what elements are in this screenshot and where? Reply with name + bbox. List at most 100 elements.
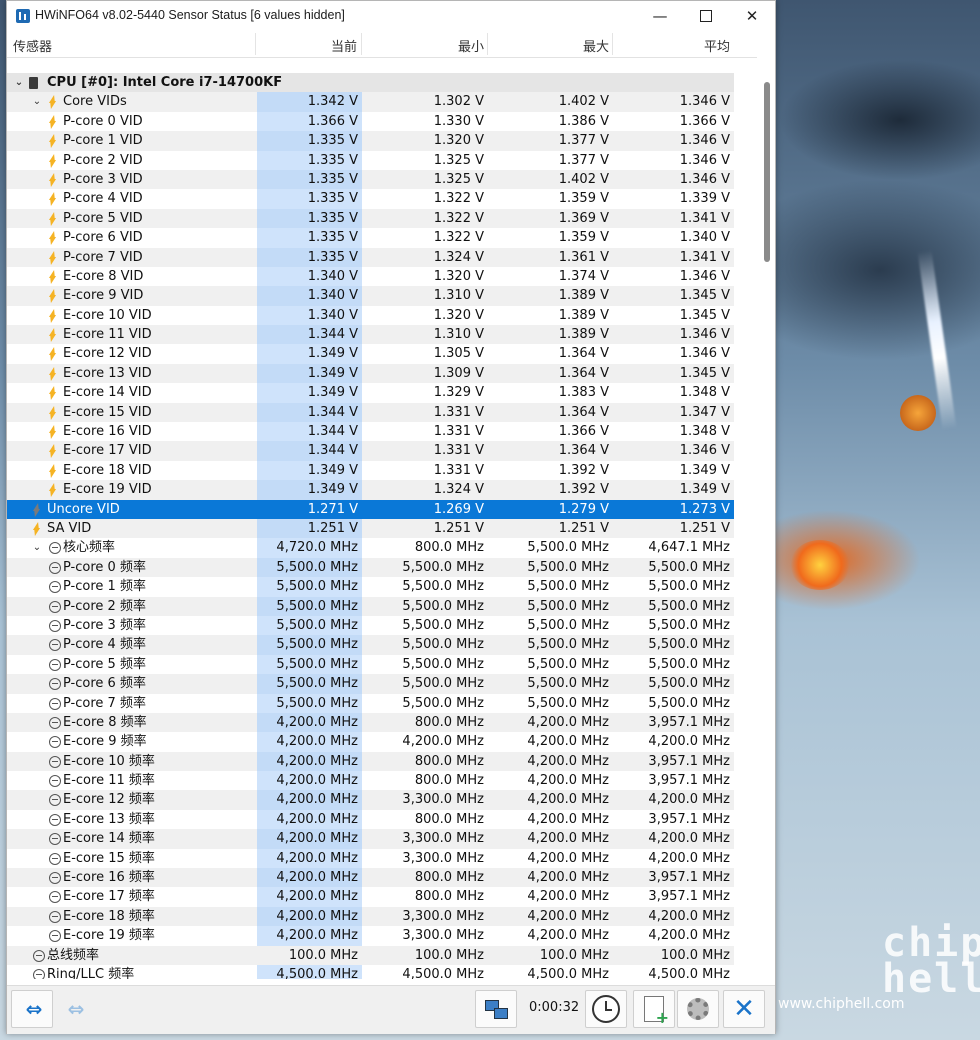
sensor-row[interactable]: E-core 13 VID 1.349 V 1.309 V 1.364 V 1.345 … [7,363,734,384]
sensor-row[interactable]: E-core 13 频率 4,200.0 MHz 800.0 MHz 4,200.0 … [7,809,734,830]
maximize-button[interactable] [683,1,729,31]
min-value: 1.330 V [433,113,484,129]
sensor-row[interactable]: P-core 2 频率 5,500.0 MHz 5,500.0 MHz 5,500.0… [7,596,734,616]
double-arrow-icon: ⇔ [25,997,43,1021]
sensor-name: CPU [#0]: Intel Core i7-14700KF [47,75,283,90]
sensor-group-row[interactable]: ⌄ CPU [#0]: Intel Core i7-14700KF [7,73,734,93]
voltage-icon [33,522,39,536]
sensor-row[interactable]: E-core 11 VID 1.344 V 1.310 V 1.389 V 1.346 … [7,325,734,345]
current-value: 4,200.0 MHz [257,848,362,869]
sensor-row[interactable]: E-core 19 频率 4,200.0 MHz 3,300.0 MHz 4,200.… [7,926,734,946]
sensor-row[interactable]: E-core 8 VID 1.340 V 1.320 V 1.374 V 1.346 V [7,266,734,287]
sensor-row[interactable]: 总线频率 100.0 MHz 100.0 MHz 100.0 MHz 100.0 MHz [7,945,734,965]
avg-value: 1.345 V [679,288,730,304]
max-value: 1.364 V [558,365,609,381]
sensor-row[interactable]: E-core 12 频率 4,200.0 MHz 3,300.0 MHz 4,200.… [7,790,734,810]
sensor-row[interactable]: E-core 19 VID 1.349 V 1.324 V 1.392 V 1.349 … [7,480,734,500]
sensor-row[interactable]: P-core 0 VID 1.366 V 1.330 V 1.386 V 1.366 V [7,111,734,132]
current-value: 4,200.0 MHz [257,790,362,810]
sensor-row[interactable]: P-core 1 VID 1.335 V 1.320 V 1.377 V 1.346 V [7,131,734,151]
sensor-row[interactable]: E-core 9 频率 4,200.0 MHz 4,200.0 MHz 4,200.0… [7,732,734,752]
network-button[interactable] [475,990,517,1028]
previous-report-button[interactable]: ⇔ [11,990,53,1028]
scrollbar-thumb[interactable] [764,82,770,262]
sensor-row[interactable]: P-core 4 频率 5,500.0 MHz 5,500.0 MHz 5,500.0… [7,635,734,655]
current-value: 1.344 V [257,422,362,442]
min-value: 1.309 V [433,365,484,381]
next-report-button[interactable]: ⇔ [53,990,95,1028]
sensor-name: P-core 5 频率 [63,656,146,672]
avg-value: 1.346 V [679,443,730,459]
sensor-row[interactable]: E-core 11 频率 4,200.0 MHz 800.0 MHz 4,200.0 … [7,771,734,791]
title-bar[interactable]: HWiNFO64 v8.02-5440 Sensor Status [6 val… [7,1,775,31]
sensor-row[interactable]: E-core 10 VID 1.340 V 1.320 V 1.389 V 1.345 … [7,305,734,326]
log-file-button[interactable] [633,990,675,1028]
sensor-row[interactable]: E-core 15 VID 1.344 V 1.331 V 1.364 V 1.347 … [7,402,734,423]
sensor-row[interactable]: E-core 8 频率 4,200.0 MHz 800.0 MHz 4,200.0 M… [7,712,734,733]
sensor-row[interactable]: E-core 18 VID 1.349 V 1.331 V 1.392 V 1.349 … [7,460,734,481]
avg-value: 1.340 V [679,230,730,246]
sensor-row[interactable]: E-core 14 VID 1.349 V 1.329 V 1.383 V 1.348 … [7,383,734,403]
sensor-row[interactable]: P-core 3 VID 1.335 V 1.325 V 1.402 V 1.346 V [7,169,734,190]
sensor-name: P-core 4 频率 [63,637,146,653]
sensor-row[interactable]: E-core 17 频率 4,200.0 MHz 800.0 MHz 4,200.0 … [7,887,734,907]
sensor-row[interactable]: ⌄ 核心频率 4,720.0 MHz 800.0 MHz 5,500.0 MHz 4,64… [7,538,734,558]
close-button[interactable]: ✕ [729,1,775,31]
current-value: 1.340 V [257,266,362,287]
sensor-row[interactable]: P-core 6 频率 5,500.0 MHz 5,500.0 MHz 5,500.0… [7,674,734,694]
min-value: 1.322 V [433,191,484,207]
column-divider[interactable] [255,33,256,55]
current-value: 1.349 V [257,480,362,500]
sensor-row[interactable]: E-core 16 频率 4,200.0 MHz 800.0 MHz 4,200.0 … [7,868,734,888]
avg-value: 1.348 V [679,385,730,401]
max-value: 5,500.0 MHz [527,579,609,595]
sensor-row[interactable]: ⌄ Core VIDs 1.342 V 1.302 V 1.402 V 1.346 V [7,92,734,112]
sensor-row[interactable]: P-core 6 VID 1.335 V 1.322 V 1.359 V 1.340 V [7,228,734,248]
sensor-row[interactable]: P-core 5 频率 5,500.0 MHz 5,500.0 MHz 5,500.0… [7,654,734,675]
voltage-icon [49,406,55,420]
max-value: 4,200.0 MHz [527,811,609,827]
min-value: 1.310 V [433,327,484,343]
sensor-row[interactable]: E-core 15 频率 4,200.0 MHz 3,300.0 MHz 4,200.… [7,848,734,869]
clock-icon [49,755,61,768]
reset-clock-button[interactable] [585,990,627,1028]
sensor-row[interactable]: P-core 1 频率 5,500.0 MHz 5,500.0 MHz 5,500.0… [7,577,734,597]
vertical-scrollbar[interactable] [759,57,775,979]
close-sensors-button[interactable]: ✕ [723,990,765,1028]
sensor-row[interactable]: P-core 7 频率 5,500.0 MHz 5,500.0 MHz 5,500.0… [7,693,734,713]
settings-button[interactable] [677,990,719,1028]
sensor-row[interactable]: E-core 14 频率 4,200.0 MHz 3,300.0 MHz 4,200.… [7,829,734,849]
sensor-name: P-core 3 频率 [63,617,146,633]
sensor-name: E-core 12 VID [63,346,152,362]
column-min[interactable]: 最小 [362,36,484,55]
max-value: 4,200.0 MHz [527,870,609,886]
sensor-row[interactable]: P-core 2 VID 1.335 V 1.325 V 1.377 V 1.346 V [7,150,734,170]
sensor-row[interactable]: P-core 7 VID 1.335 V 1.324 V 1.361 V 1.341 V [7,247,734,267]
chevron-down-icon[interactable]: ⌄ [31,92,43,111]
sensor-row[interactable]: P-core 0 频率 5,500.0 MHz 5,500.0 MHz 5,500.0… [7,557,734,578]
chevron-down-icon[interactable]: ⌄ [31,538,43,557]
sensor-row[interactable]: E-core 9 VID 1.340 V 1.310 V 1.389 V 1.345 V [7,286,734,306]
chevron-down-icon[interactable]: ⌄ [13,73,25,92]
minimize-button[interactable]: — [637,1,683,31]
current-value: 4,200.0 MHz [257,926,362,946]
sensor-row[interactable]: Uncore VID 1.271 V 1.269 V 1.279 V 1.273 V [7,499,734,519]
sensor-row[interactable]: E-core 10 频率 4,200.0 MHz 800.0 MHz 4,200.0 … [7,751,734,772]
sensor-row[interactable]: E-core 17 VID 1.344 V 1.331 V 1.364 V 1.346 … [7,441,734,461]
sensor-row[interactable]: E-core 16 VID 1.344 V 1.331 V 1.366 V 1.348 … [7,422,734,442]
column-sensor[interactable]: 传感器 [13,36,52,55]
sensor-row[interactable]: E-core 18 频率 4,200.0 MHz 3,300.0 MHz 4,200.… [7,906,734,927]
column-max[interactable]: 最大 [488,36,609,55]
sensor-row[interactable]: P-core 3 频率 5,500.0 MHz 5,500.0 MHz 5,500.0… [7,615,734,636]
sensor-row[interactable]: E-core 12 VID 1.349 V 1.305 V 1.364 V 1.346 … [7,344,734,364]
chiphell-logo: chip hell [882,920,980,1002]
max-value: 5,500.0 MHz [527,598,609,614]
column-avg[interactable]: 平均 [613,36,730,55]
avg-value: 4,200.0 MHz [648,734,730,750]
current-value: 5,500.0 MHz [257,693,362,713]
column-current[interactable]: 当前 [257,36,357,55]
sensor-row[interactable]: SA VID 1.251 V 1.251 V 1.251 V 1.251 V [7,518,734,539]
avg-value: 3,957.1 MHz [648,773,730,789]
sensor-row[interactable]: P-core 4 VID 1.335 V 1.322 V 1.359 V 1.339 V [7,189,734,209]
sensor-row[interactable]: P-core 5 VID 1.335 V 1.322 V 1.369 V 1.341 V [7,208,734,229]
